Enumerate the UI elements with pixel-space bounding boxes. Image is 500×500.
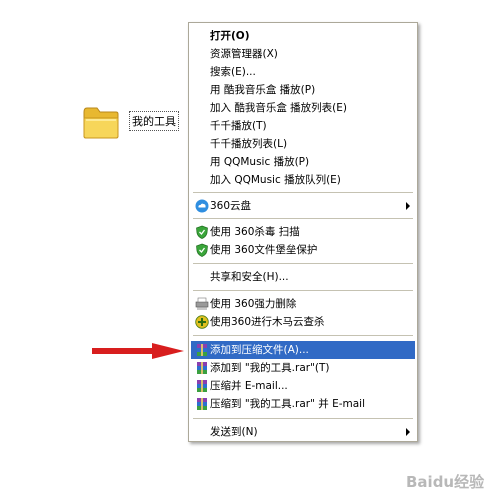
menu-item-search[interactable]: 搜索(E)... bbox=[191, 63, 415, 81]
context-menu: 打开(O) 资源管理器(X) 搜索(E)... 用 酷我音乐盒 播放(P) 加入… bbox=[188, 22, 418, 442]
watermark-text: Baidu经验 bbox=[406, 473, 485, 491]
pointer-arrow bbox=[92, 343, 184, 359]
menu-item-sharing[interactable]: 共享和安全(H)... bbox=[191, 268, 415, 286]
menu-separator bbox=[193, 418, 413, 419]
menu-item-qqmusic-queue[interactable]: 加入 QQMusic 播放队列(E) bbox=[191, 171, 415, 189]
baidu-watermark: Baidu经验 bbox=[406, 473, 485, 491]
menu-separator bbox=[193, 263, 413, 264]
submenu-arrow-icon bbox=[406, 202, 410, 210]
winrar-icon bbox=[197, 398, 207, 410]
menu-item-360-protect[interactable]: 使用 360文件堡垒保护 bbox=[191, 241, 415, 259]
menu-item-360-trojan-scan[interactable]: 使用360进行木马云查杀 bbox=[191, 313, 415, 331]
menu-item-compress-rar-email[interactable]: 压缩到 "我的工具.rar" 并 E-mail bbox=[191, 395, 415, 413]
menu-separator bbox=[193, 192, 413, 193]
menu-item-360-delete[interactable]: 使用 360强力删除 bbox=[191, 295, 415, 313]
menu-item-compress-email[interactable]: 压缩并 E-mail... bbox=[191, 377, 415, 395]
menu-item-ttplayer-play[interactable]: 千千播放(T) bbox=[191, 117, 415, 135]
cloud-drive-icon bbox=[195, 199, 209, 213]
menu-item-send-to[interactable]: 发送到(N) bbox=[191, 423, 415, 441]
winrar-icon bbox=[197, 380, 207, 392]
menu-item-kuwo-play[interactable]: 用 酷我音乐盒 播放(P) bbox=[191, 81, 415, 99]
shield-icon bbox=[196, 225, 208, 239]
winrar-icon bbox=[197, 344, 207, 356]
menu-item-add-to-rar[interactable]: 添加到 "我的工具.rar"(T) bbox=[191, 359, 415, 377]
menu-item-qqmusic-play[interactable]: 用 QQMusic 播放(P) bbox=[191, 153, 415, 171]
menu-item-explorer[interactable]: 资源管理器(X) bbox=[191, 45, 415, 63]
menu-item-kuwo-add[interactable]: 加入 酷我音乐盒 播放列表(E) bbox=[191, 99, 415, 117]
shield-icon bbox=[196, 243, 208, 257]
folder-icon bbox=[83, 107, 119, 139]
menu-item-ttplayer-list[interactable]: 千千播放列表(L) bbox=[191, 135, 415, 153]
desktop-folder[interactable]: 我的工具 bbox=[82, 102, 182, 142]
trojan-scan-icon bbox=[195, 315, 209, 329]
menu-item-360-cloud[interactable]: 360云盘 bbox=[191, 197, 415, 215]
menu-item-add-to-archive[interactable]: 添加到压缩文件(A)... bbox=[191, 341, 415, 359]
menu-separator bbox=[193, 218, 413, 219]
winrar-icon bbox=[197, 362, 207, 374]
menu-item-open[interactable]: 打开(O) bbox=[191, 27, 415, 45]
shredder-icon bbox=[195, 297, 209, 310]
menu-item-360-scan[interactable]: 使用 360杀毒 扫描 bbox=[191, 223, 415, 241]
submenu-arrow-icon bbox=[406, 428, 410, 436]
menu-separator bbox=[193, 335, 413, 336]
menu-separator bbox=[193, 290, 413, 291]
folder-label[interactable]: 我的工具 bbox=[129, 111, 179, 131]
